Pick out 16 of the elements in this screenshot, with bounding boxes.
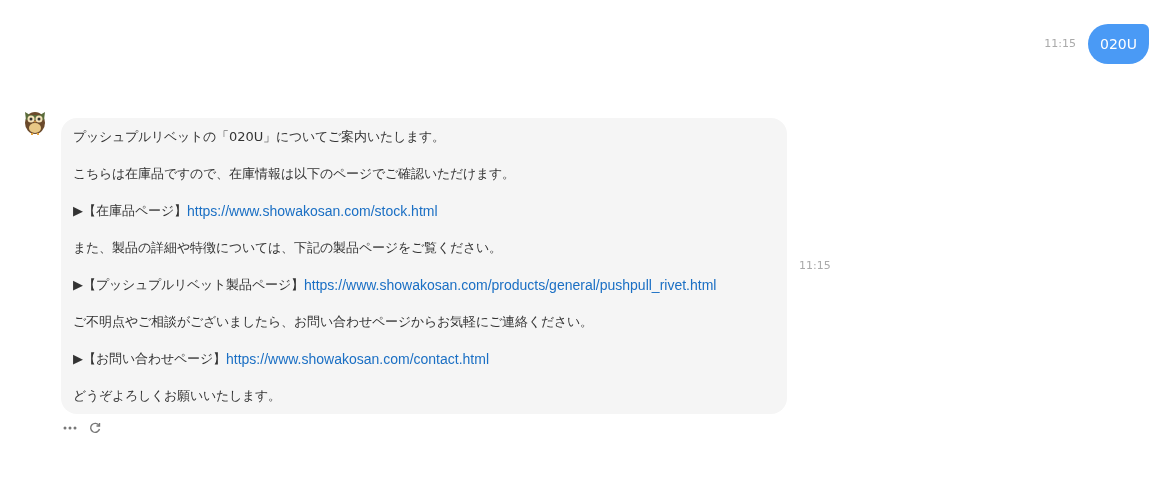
link-label: ▶【プッシュプルリベット製品ページ】 — [73, 276, 304, 294]
message-text: こちらは在庫品ですので、在庫情報は以下のページでご確認いただけます。 — [73, 165, 516, 183]
user-message-bubble: 020U — [1088, 24, 1149, 64]
link-label: ▶【お問い合わせページ】 — [73, 350, 226, 368]
link[interactable]: https://www.showakosan.com/contact.html — [226, 349, 489, 369]
link[interactable]: https://www.showakosan.com/stock.html — [187, 201, 438, 221]
timestamp: 11:15 — [799, 257, 831, 274]
message-text: また、製品の詳細や特徴については、下記の製品ページをご覧ください。 — [73, 239, 503, 257]
message-text: ご不明点やご相談がございましたら、お問い合わせページからお気軽にご連絡ください。 — [73, 313, 594, 331]
link[interactable]: https://www.showakosan.com/products/general/pushpull_rivet.html — [304, 275, 717, 295]
link-label: ▶【在庫品ページ】 — [73, 202, 187, 220]
timestamp: 11:15 — [1044, 35, 1077, 52]
more-icon[interactable] — [63, 426, 77, 430]
message-text: プッシュプルリベットの「020U」についてご案内いたします。 — [73, 128, 447, 146]
message-text: どうぞよろしくお願いいたします。 — [73, 387, 282, 405]
refresh-icon[interactable] — [89, 422, 101, 434]
